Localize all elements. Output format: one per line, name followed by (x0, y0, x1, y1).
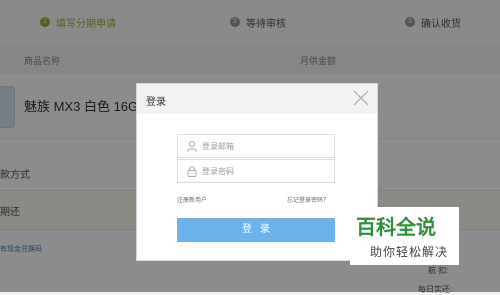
close-icon[interactable] (351, 88, 371, 108)
password-placeholder: 登录密码 (202, 167, 234, 176)
login-dialog: 登录 登录邮箱 登录密码 注册新用户 忘记登录密码？ 登录 (136, 83, 378, 261)
login-button[interactable]: 登录 (177, 218, 335, 242)
dialog-title: 登录 (146, 97, 166, 108)
email-placeholder: 登录邮箱 (202, 142, 234, 151)
email-field[interactable]: 登录邮箱 (177, 134, 335, 158)
watermark-logo: 百科全说 助你轻松解决 (350, 207, 459, 265)
watermark-title: 百科全说 (356, 217, 436, 239)
user-icon (187, 141, 197, 152)
watermark-slogan: 助你轻松解决 (370, 245, 449, 259)
forgot-password-link[interactable]: 忘记登录密码？ (287, 195, 329, 204)
register-link[interactable]: 注册新用户 (177, 195, 207, 204)
password-field[interactable]: 登录密码 (177, 159, 335, 183)
lock-icon (187, 166, 197, 177)
dialog-header: 登录 (137, 84, 377, 114)
